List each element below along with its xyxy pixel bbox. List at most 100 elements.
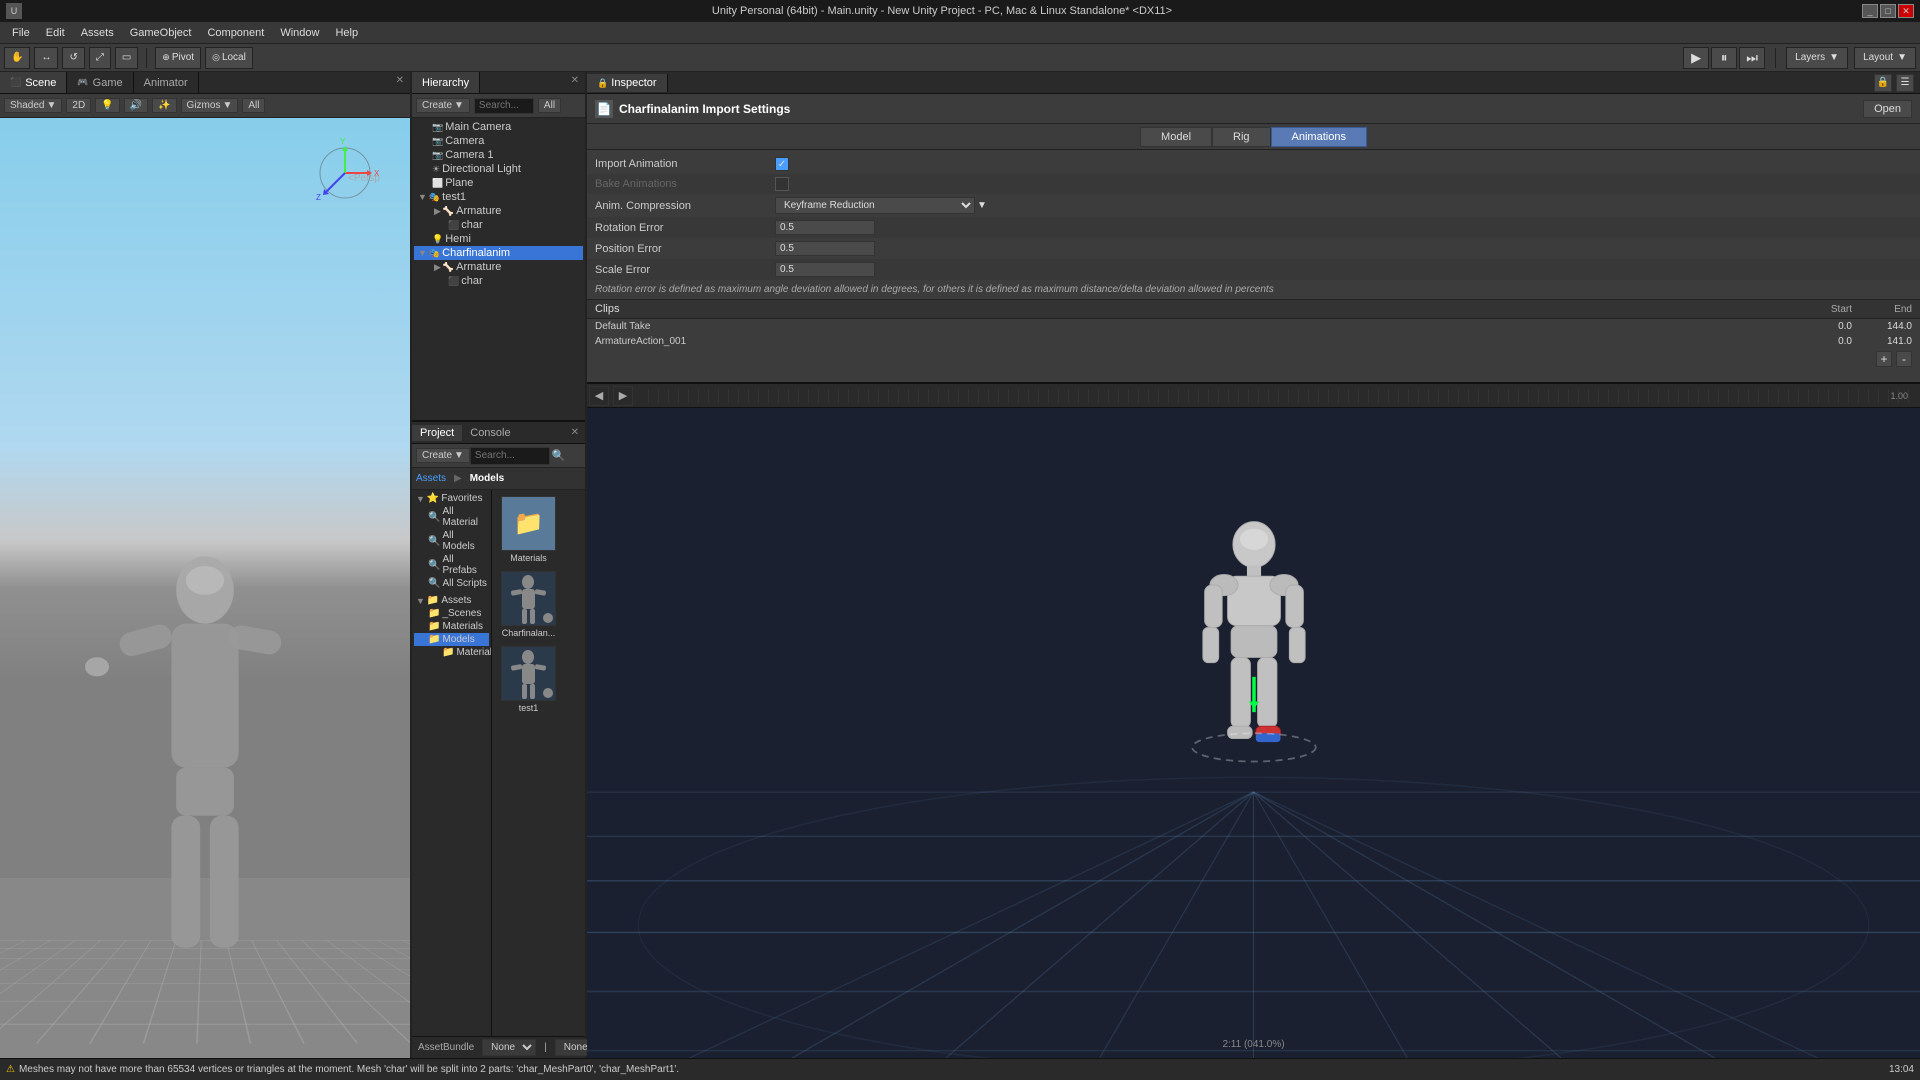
folder-materials[interactable]: 📁 Materials bbox=[414, 620, 489, 633]
tab-inspector[interactable]: 🔒 Inspector bbox=[587, 74, 668, 92]
project-create[interactable]: Create ▼ bbox=[416, 448, 470, 463]
tool-scale[interactable]: ⤢ bbox=[89, 47, 111, 69]
hier-camera[interactable]: 📷 Camera bbox=[414, 134, 583, 148]
hier-test1[interactable]: ▼ 🎭 test1 bbox=[414, 190, 583, 204]
hier-charfinalanim[interactable]: ▼ 🎭 Charfinalanim bbox=[414, 246, 583, 260]
project-tree: ▼ ⭐ Favorites 🔍 All Material 🔍 All Model… bbox=[412, 490, 492, 1036]
effects-btn[interactable]: ✨ bbox=[152, 98, 176, 113]
hier-armature1[interactable]: ▶ 🦴 Armature bbox=[414, 204, 583, 218]
hierarchy-search[interactable] bbox=[474, 98, 534, 114]
local-btn[interactable]: ◎ Local bbox=[205, 47, 253, 69]
add-clip-btn[interactable]: + bbox=[1876, 351, 1892, 367]
timeline-nav-left[interactable]: ◀ bbox=[589, 386, 609, 406]
import-anim-checkbox[interactable]: ✓ bbox=[775, 157, 789, 171]
clip-default-take[interactable]: Default Take 0.0 144.0 bbox=[587, 319, 1920, 334]
timeline-nav-right[interactable]: ▶ bbox=[613, 386, 633, 406]
menu-edit[interactable]: Edit bbox=[38, 25, 73, 41]
tab-animator[interactable]: Animator bbox=[134, 72, 199, 93]
menu-window[interactable]: Window bbox=[272, 25, 327, 41]
2d-btn[interactable]: 2D bbox=[66, 98, 91, 113]
fav-all-prefabs[interactable]: 🔍 All Prefabs bbox=[414, 553, 489, 577]
file-test1[interactable]: test1 bbox=[496, 644, 561, 715]
pause-btn[interactable]: ⏸ bbox=[1711, 47, 1737, 69]
layers-dropdown[interactable]: Layers ▼ bbox=[1786, 47, 1848, 69]
anim-viewport-bg: 2:11 (041.0%) bbox=[587, 408, 1920, 1058]
folder-scenes[interactable]: 📁 _Scenes bbox=[414, 607, 489, 620]
hier-plane[interactable]: ⬜ Plane bbox=[414, 176, 583, 190]
menu-assets[interactable]: Assets bbox=[73, 25, 122, 41]
lighting-btn[interactable]: 💡 bbox=[95, 98, 119, 113]
project-search[interactable] bbox=[470, 447, 550, 465]
menu-help[interactable]: Help bbox=[327, 25, 366, 41]
fav-all-material[interactable]: 🔍 All Material bbox=[414, 505, 489, 529]
tool-rect[interactable]: ▭ bbox=[115, 47, 138, 69]
play-btn[interactable]: ▶ bbox=[1683, 47, 1709, 69]
step-btn[interactable]: ⏭ bbox=[1739, 47, 1765, 69]
position-error-input[interactable] bbox=[775, 241, 875, 256]
inspector-menu-icon[interactable]: ☰ bbox=[1896, 74, 1914, 92]
tool-hand[interactable]: ✋ bbox=[4, 47, 30, 69]
hier-main-camera[interactable]: 📷 Main Camera bbox=[414, 120, 583, 134]
bake-anim-checkbox[interactable] bbox=[775, 177, 789, 191]
folder-materials2[interactable]: 📁 Materials bbox=[414, 646, 489, 659]
hierarchy-close[interactable]: ✕ bbox=[565, 72, 585, 93]
assetbundle-bar: AssetBundle None | None bbox=[412, 1036, 585, 1058]
menu-file[interactable]: File bbox=[4, 25, 38, 41]
tab-console[interactable]: Console bbox=[462, 425, 518, 441]
hier-char2[interactable]: ⬛ char bbox=[414, 274, 583, 288]
hier-armature2[interactable]: ▶ 🦴 Armature bbox=[414, 260, 583, 274]
tab-hierarchy[interactable]: Hierarchy bbox=[412, 72, 480, 93]
gizmos-dropdown[interactable]: Gizmos ▼ bbox=[181, 98, 239, 113]
hier-camera1[interactable]: 📷 Camera 1 bbox=[414, 148, 583, 162]
timeline-progress[interactable]: 1.00 bbox=[639, 389, 1916, 403]
model-tab-animations[interactable]: Animations bbox=[1271, 127, 1367, 147]
remove-clip-btn[interactable]: - bbox=[1896, 351, 1912, 367]
favorites-header[interactable]: ▼ ⭐ Favorites bbox=[414, 492, 489, 505]
scale-error-input[interactable] bbox=[775, 262, 875, 277]
pivot-btn[interactable]: ⊕ Pivot bbox=[155, 47, 201, 69]
model-tabs: Model Rig Animations bbox=[587, 124, 1920, 150]
maximize-btn[interactable]: □ bbox=[1880, 4, 1896, 18]
row-import-animation: Import Animation ✓ bbox=[587, 154, 1920, 174]
open-button[interactable]: Open bbox=[1863, 100, 1912, 118]
hier-directional-light[interactable]: ☀ Directional Light bbox=[414, 162, 583, 176]
file-materials[interactable]: 📁 Materials bbox=[496, 494, 561, 565]
animation-preview[interactable]: ▶ bbox=[587, 408, 1920, 1058]
inspector-lock-icon[interactable]: 🔒 bbox=[1874, 74, 1892, 92]
project-toolbar: Create ▼ 🔍 bbox=[412, 444, 585, 468]
project-close[interactable]: ✕ bbox=[565, 425, 585, 440]
folder-models[interactable]: 📁 Models bbox=[414, 633, 489, 646]
panel-close[interactable]: ✕ bbox=[390, 72, 410, 93]
assets-header[interactable]: ▼ 📁 Assets bbox=[414, 594, 489, 607]
shading-dropdown[interactable]: Shaded ▼ bbox=[4, 98, 62, 113]
tab-scene[interactable]: ⬛ Scene bbox=[0, 72, 67, 93]
tab-project[interactable]: Project bbox=[412, 425, 462, 441]
hierarchy-all[interactable]: All bbox=[538, 98, 561, 113]
fav-all-models[interactable]: 🔍 All Models bbox=[414, 529, 489, 553]
rotation-error-input[interactable] bbox=[775, 220, 875, 235]
nav-assets[interactable]: Assets bbox=[416, 473, 446, 484]
tab-game[interactable]: 🎮 Game bbox=[67, 72, 133, 93]
menu-component[interactable]: Component bbox=[199, 25, 272, 41]
anim-compression-select[interactable]: Keyframe Reduction bbox=[775, 197, 975, 214]
menu-gameobject[interactable]: GameObject bbox=[122, 25, 200, 41]
hierarchy-create[interactable]: Create ▼ bbox=[416, 98, 470, 113]
fav-all-scripts[interactable]: 🔍 All Scripts bbox=[414, 577, 489, 590]
minimize-btn[interactable]: _ bbox=[1862, 4, 1878, 18]
layout-dropdown[interactable]: Layout ▼ bbox=[1854, 47, 1916, 69]
model-tab-rig[interactable]: Rig bbox=[1212, 127, 1271, 147]
close-btn[interactable]: ✕ bbox=[1898, 4, 1914, 18]
model-tab-model[interactable]: Model bbox=[1140, 127, 1212, 147]
row-rotation-error: Rotation Error bbox=[587, 217, 1920, 238]
file-charfinalanim[interactable]: Charfinalan... bbox=[496, 569, 561, 640]
gizmos-all[interactable]: All bbox=[242, 98, 265, 113]
hier-char1[interactable]: ⬛ char bbox=[414, 218, 583, 232]
audio-btn[interactable]: 🔊 bbox=[124, 98, 148, 113]
tool-move[interactable]: ↔ bbox=[34, 47, 58, 69]
tool-rotate[interactable]: ↺ bbox=[62, 47, 84, 69]
assetbundle-select[interactable]: None bbox=[482, 1039, 536, 1056]
hier-hemi[interactable]: 💡 Hemi bbox=[414, 232, 583, 246]
scene-viewport[interactable]: X Y Z <Persp bbox=[0, 118, 410, 1058]
clip-armature-action[interactable]: ArmatureAction_001 0.0 141.0 bbox=[587, 334, 1920, 349]
nav-models[interactable]: Models bbox=[470, 473, 504, 484]
